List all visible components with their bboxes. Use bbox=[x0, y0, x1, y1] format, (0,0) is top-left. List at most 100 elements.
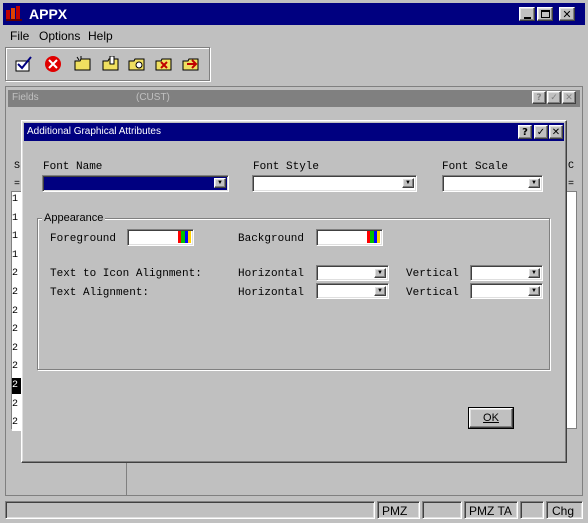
text-icon-alignment-label: Text to Icon Alignment: bbox=[50, 268, 202, 280]
fields-row-value[interactable]: 1 bbox=[12, 229, 21, 245]
chevron-down-icon[interactable]: ▼ bbox=[374, 286, 386, 296]
fields-row-value[interactable]: 2 bbox=[12, 285, 21, 301]
chevron-down-icon[interactable]: ▼ bbox=[402, 178, 414, 188]
fields-column-right-rule: = bbox=[568, 179, 575, 190]
menu-bar: File Options Help bbox=[3, 27, 585, 46]
text-horizontal-label: Horizontal bbox=[238, 287, 305, 299]
fields-row-value[interactable]: 1 bbox=[12, 192, 21, 208]
dialog-close-button[interactable]: ✕ bbox=[549, 125, 563, 139]
text-vertical-label: Vertical bbox=[406, 287, 459, 299]
ok-button-label: OK bbox=[483, 412, 499, 424]
inquire-record-icon bbox=[128, 58, 145, 71]
chevron-down-icon[interactable]: ▼ bbox=[374, 268, 386, 278]
foreground-color-field[interactable] bbox=[127, 229, 194, 246]
graphical-attributes-dialog: Additional Graphical Attributes ? ✓ ✕ Fo… bbox=[21, 120, 567, 463]
text-icon-horizontal-label: Horizontal bbox=[238, 268, 305, 280]
text-icon-horizontal-select[interactable]: ▼ bbox=[316, 265, 389, 281]
check-icon: ✓ bbox=[536, 126, 546, 138]
background-color-field[interactable] bbox=[316, 229, 383, 246]
fields-row-value[interactable]: 2 bbox=[12, 266, 21, 282]
status-cell-main bbox=[5, 501, 375, 519]
appx-logo-icon bbox=[6, 6, 24, 22]
appearance-group-label: Appearance bbox=[42, 212, 106, 224]
font-name-select[interactable]: ▼ bbox=[42, 175, 229, 192]
minimize-icon bbox=[523, 16, 531, 19]
text-vertical-select[interactable]: ▼ bbox=[470, 283, 543, 299]
font-scale-label: Font Scale bbox=[442, 161, 509, 173]
status-cell-empty-2 bbox=[520, 501, 544, 519]
delete-record-button[interactable] bbox=[153, 53, 175, 75]
minimize-button[interactable] bbox=[519, 7, 535, 21]
fields-window-title: Fields bbox=[12, 92, 39, 103]
fields-row-value[interactable]: 1 bbox=[12, 248, 21, 264]
text-icon-vertical-select[interactable]: ▼ bbox=[470, 265, 543, 281]
fields-row-value[interactable]: 2 bbox=[12, 341, 21, 357]
dialog-ok-title-button[interactable]: ✓ bbox=[534, 125, 548, 139]
chevron-down-icon[interactable]: ▼ bbox=[528, 268, 540, 278]
status-cell-pmz: PMZ bbox=[377, 501, 420, 519]
fields-column-left: S bbox=[14, 161, 21, 172]
fields-row-value[interactable]: 1 bbox=[12, 211, 21, 227]
cancel-icon bbox=[45, 56, 61, 72]
close-icon: ✕ bbox=[551, 126, 561, 138]
status-chg: Chg bbox=[552, 504, 575, 518]
fields-close-button[interactable]: ✕ bbox=[562, 91, 576, 104]
dialog-help-button[interactable]: ? bbox=[518, 125, 532, 139]
fields-row-value[interactable]: 2 bbox=[12, 397, 21, 413]
dialog-title: Additional Graphical Attributes bbox=[27, 126, 161, 137]
chevron-down-icon[interactable]: ▼ bbox=[528, 286, 540, 296]
fields-window-title-bar: Fields (CUST) ? ✓ ✕ bbox=[8, 90, 580, 107]
ok-check-icon bbox=[15, 56, 32, 72]
delete-record-icon bbox=[155, 58, 172, 71]
font-style-label: Font Style bbox=[253, 161, 320, 173]
maximize-button[interactable] bbox=[537, 7, 553, 21]
color-palette-icon[interactable] bbox=[178, 231, 191, 243]
help-icon: ? bbox=[522, 126, 528, 138]
change-record-button[interactable] bbox=[100, 53, 122, 75]
ok-button[interactable]: OK bbox=[468, 407, 514, 429]
check-icon: ✓ bbox=[550, 92, 558, 103]
fields-ok-button[interactable]: ✓ bbox=[547, 91, 561, 104]
toolbar bbox=[5, 47, 210, 81]
ok-check-button[interactable] bbox=[13, 53, 35, 75]
fields-row-value[interactable]: 2 bbox=[12, 359, 21, 375]
text-horizontal-select[interactable]: ▼ bbox=[316, 283, 389, 299]
close-button[interactable]: ✕ bbox=[559, 7, 575, 21]
font-scale-select[interactable]: ▼ bbox=[442, 175, 543, 192]
scan-record-button[interactable] bbox=[180, 53, 202, 75]
status-bar: PMZ PMZ TA Chg bbox=[3, 500, 585, 520]
status-cell-empty bbox=[422, 501, 462, 519]
fields-row-value[interactable]: 2 bbox=[12, 415, 21, 431]
fields-row-value[interactable]: 2 bbox=[12, 304, 21, 320]
scan-record-icon bbox=[182, 58, 199, 71]
close-icon: ✕ bbox=[562, 7, 572, 21]
menu-options[interactable]: Options bbox=[39, 29, 80, 43]
status-pmz: PMZ bbox=[382, 504, 408, 518]
menu-file[interactable]: File bbox=[10, 29, 29, 43]
close-icon: ✕ bbox=[565, 92, 573, 103]
font-style-select[interactable]: ▼ bbox=[252, 175, 417, 192]
text-icon-vertical-label: Vertical bbox=[406, 268, 459, 280]
chevron-down-icon[interactable]: ▼ bbox=[214, 178, 226, 188]
color-palette-icon[interactable] bbox=[367, 231, 380, 243]
fields-row-value[interactable]: 2 bbox=[12, 378, 21, 394]
fields-column-right: C bbox=[568, 161, 575, 172]
cancel-button[interactable] bbox=[42, 53, 64, 75]
status-cell-chg: Chg bbox=[546, 501, 583, 519]
add-record-button[interactable] bbox=[72, 53, 94, 75]
fields-window-subtitle: (CUST) bbox=[136, 92, 170, 103]
status-pmz-ta: PMZ TA bbox=[469, 504, 512, 518]
maximize-icon bbox=[540, 10, 550, 18]
app-title: APPX bbox=[29, 6, 68, 22]
chevron-down-icon[interactable]: ▼ bbox=[528, 178, 540, 188]
font-name-label: Font Name bbox=[43, 161, 103, 173]
menu-help[interactable]: Help bbox=[88, 29, 113, 43]
fields-row-value[interactable]: 2 bbox=[12, 322, 21, 338]
fields-column-left-rule: = bbox=[14, 179, 21, 190]
background-label: Background bbox=[238, 233, 305, 245]
inquire-record-button[interactable] bbox=[126, 53, 148, 75]
app-title-bar: APPX ✕ bbox=[3, 3, 585, 25]
fields-help-button[interactable]: ? bbox=[532, 91, 546, 104]
dialog-title-bar: Additional Graphical Attributes ? ✓ ✕ bbox=[24, 123, 564, 141]
change-record-icon bbox=[102, 56, 119, 71]
